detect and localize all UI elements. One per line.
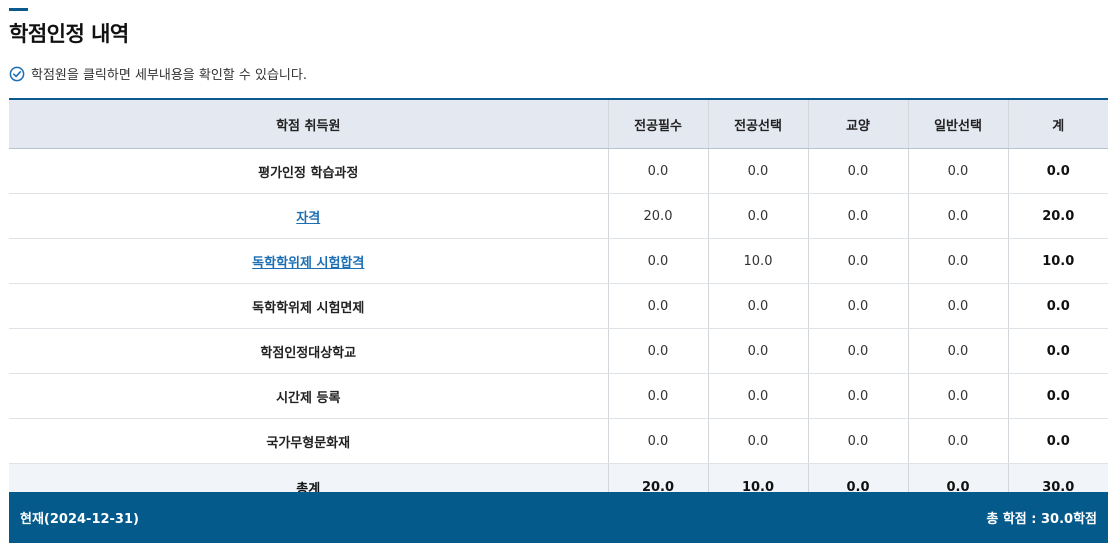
table-row: 평가인정 학습과정 0.0 0.0 0.0 0.0 0.0: [9, 148, 1108, 194]
cell-source: 독학학위제 시험합격: [9, 238, 608, 284]
cell-major-elective: 0.0: [707, 373, 808, 419]
credit-table: 학점 취득원 전공필수 전공선택 교양 일반선택 계 평가인정 학습과정 0.0 0…: [9, 98, 1108, 510]
notice-text: 학점원을 클릭하면 세부내용을 확인할 수 있습니다.: [31, 68, 307, 83]
cell-liberal-arts: 0.0: [807, 373, 908, 419]
header-general-elective: 일반선택: [907, 98, 1008, 149]
cell-total: 0.0: [1007, 328, 1108, 374]
cell-total: 0.0: [1007, 418, 1108, 464]
cell-liberal-arts: 0.0: [807, 283, 908, 329]
cell-liberal-arts: 0.0: [807, 418, 908, 464]
cell-major-required: 20.0: [607, 193, 708, 239]
table-row: 국가무형문화재 0.0 0.0 0.0 0.0 0.0: [9, 418, 1108, 464]
footer-bar: 현재(2024-12-31) 총 학점 : 30.0학점: [9, 492, 1108, 543]
page-title: 학점인정 내역: [9, 22, 129, 46]
cell-liberal-arts: 0.0: [807, 238, 908, 284]
cell-general-elective: 0.0: [907, 328, 1008, 374]
table-row: 학점인정대상학교 0.0 0.0 0.0 0.0 0.0: [9, 328, 1108, 374]
cell-major-required: 0.0: [607, 373, 708, 419]
cell-total: 0.0: [1007, 373, 1108, 419]
cell-major-elective: 0.0: [707, 148, 808, 194]
cell-total: 10.0: [1007, 238, 1108, 284]
check-circle-icon: [9, 66, 25, 82]
cell-general-elective: 0.0: [907, 148, 1008, 194]
cell-major-elective: 0.0: [707, 193, 808, 239]
footer-total-credits: 총 학점 : 30.0학점: [986, 512, 1097, 527]
cell-source: 평가인정 학습과정: [9, 148, 608, 194]
table-row: 시간제 등록 0.0 0.0 0.0 0.0 0.0: [9, 373, 1108, 419]
cell-major-elective: 0.0: [707, 328, 808, 374]
cell-total: 20.0: [1007, 193, 1108, 239]
cell-major-required: 0.0: [607, 418, 708, 464]
cell-general-elective: 0.0: [907, 373, 1008, 419]
cell-major-elective: 10.0: [707, 238, 808, 284]
header-liberal-arts: 교양: [807, 98, 908, 149]
cell-source: 국가무형문화재: [9, 418, 608, 464]
table-row: 독학학위제 시험면제 0.0 0.0 0.0 0.0 0.0: [9, 283, 1108, 329]
cell-major-required: 0.0: [607, 328, 708, 374]
cell-major-required: 0.0: [607, 283, 708, 329]
cell-liberal-arts: 0.0: [807, 328, 908, 374]
cell-total: 0.0: [1007, 148, 1108, 194]
cell-major-elective: 0.0: [707, 418, 808, 464]
cell-general-elective: 0.0: [907, 418, 1008, 464]
page: 학점인정 내역 학점원을 클릭하면 세부내용을 확인할 수 있습니다. 학점 취…: [0, 0, 1111, 546]
cell-source: 학점인정대상학교: [9, 328, 608, 374]
cell-general-elective: 0.0: [907, 193, 1008, 239]
source-link[interactable]: 자격: [296, 211, 320, 226]
cell-source: 시간제 등록: [9, 373, 608, 419]
table-row: 독학학위제 시험합격 0.0 10.0 0.0 0.0 10.0: [9, 238, 1108, 284]
table-row: 자격 20.0 0.0 0.0 0.0 20.0: [9, 193, 1108, 239]
cell-major-required: 0.0: [607, 148, 708, 194]
cell-liberal-arts: 0.0: [807, 148, 908, 194]
cell-liberal-arts: 0.0: [807, 193, 908, 239]
footer-date: 현재(2024-12-31): [20, 512, 139, 527]
header-major-required: 전공필수: [607, 98, 708, 149]
cell-general-elective: 0.0: [907, 238, 1008, 284]
header-total: 계: [1007, 98, 1108, 149]
cell-major-elective: 0.0: [707, 283, 808, 329]
header-source: 학점 취득원: [9, 98, 608, 149]
cell-major-required: 0.0: [607, 238, 708, 284]
notice: 학점원을 클릭하면 세부내용을 확인할 수 있습니다.: [9, 64, 307, 83]
table-header-row: 학점 취득원 전공필수 전공선택 교양 일반선택 계: [9, 98, 1108, 149]
cell-general-elective: 0.0: [907, 283, 1008, 329]
source-link[interactable]: 독학학위제 시험합격: [252, 256, 364, 271]
cell-source: 독학학위제 시험면제: [9, 283, 608, 329]
cell-source: 자격: [9, 193, 608, 239]
cell-total: 0.0: [1007, 283, 1108, 329]
title-accent-bar: [9, 8, 28, 11]
header-major-elective: 전공선택: [707, 98, 808, 149]
